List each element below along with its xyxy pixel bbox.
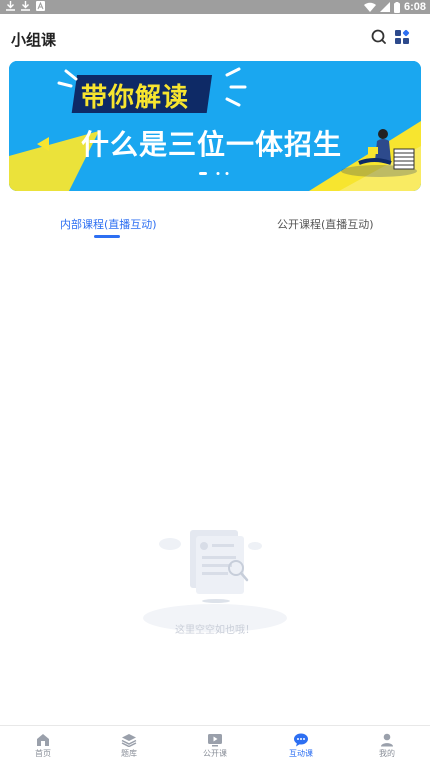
nav-item-question-bank[interactable]: 题库 [86,726,172,764]
status-bar-system: 6:08 [363,0,426,14]
nav-label: 公开课 [203,749,227,758]
tab-public-courses[interactable]: 公开课程(直播互动) [277,216,374,232]
app-header: 小组课 [0,14,430,60]
empty-state-message: 这里空空如也哦！ [175,625,255,636]
status-bar-notifications [6,1,45,11]
layers-icon [121,734,137,747]
font-a-icon [36,1,45,11]
page-title: 小组课 [11,31,57,49]
signal-icon [379,2,390,12]
battery-icon [393,1,400,13]
wifi-icon [363,2,376,12]
category-grid-icon[interactable] [393,28,411,46]
course-tabs: 内部课程(直播互动) 公开课程(直播互动) [0,205,430,245]
chat-icon [294,733,308,747]
nav-label: 题库 [121,749,137,758]
nav-item-home[interactable]: 首页 [0,726,86,764]
status-bar: 6:08 [0,0,430,14]
tab-internal-courses[interactable]: 内部课程(直播互动) [60,216,157,232]
nav-item-public-course[interactable]: 公开课 [172,726,258,764]
nav-label: 首页 [35,749,51,758]
user-icon [381,733,393,747]
home-icon [37,734,49,746]
nav-item-interactive-course[interactable]: 互动课 [258,726,344,764]
status-time: 6:08 [403,1,426,13]
promo-banner[interactable]: 带你解读 什么是三位一体招生 [9,61,421,191]
banner-headline-1: 带你解读 [81,83,190,113]
nav-label: 互动课 [289,749,313,758]
nav-label: 我的 [379,749,395,758]
nav-item-profile[interactable]: 我的 [344,726,430,764]
search-icon[interactable] [370,28,388,46]
download-icon [21,1,30,11]
download-icon [6,1,15,11]
banner-headline-2: 什么是三位一体招生 [81,128,343,161]
video-icon [208,734,222,747]
active-tab-indicator [94,235,120,238]
bottom-nav: 首页 题库 公开课 互动课 我的 [0,725,430,764]
